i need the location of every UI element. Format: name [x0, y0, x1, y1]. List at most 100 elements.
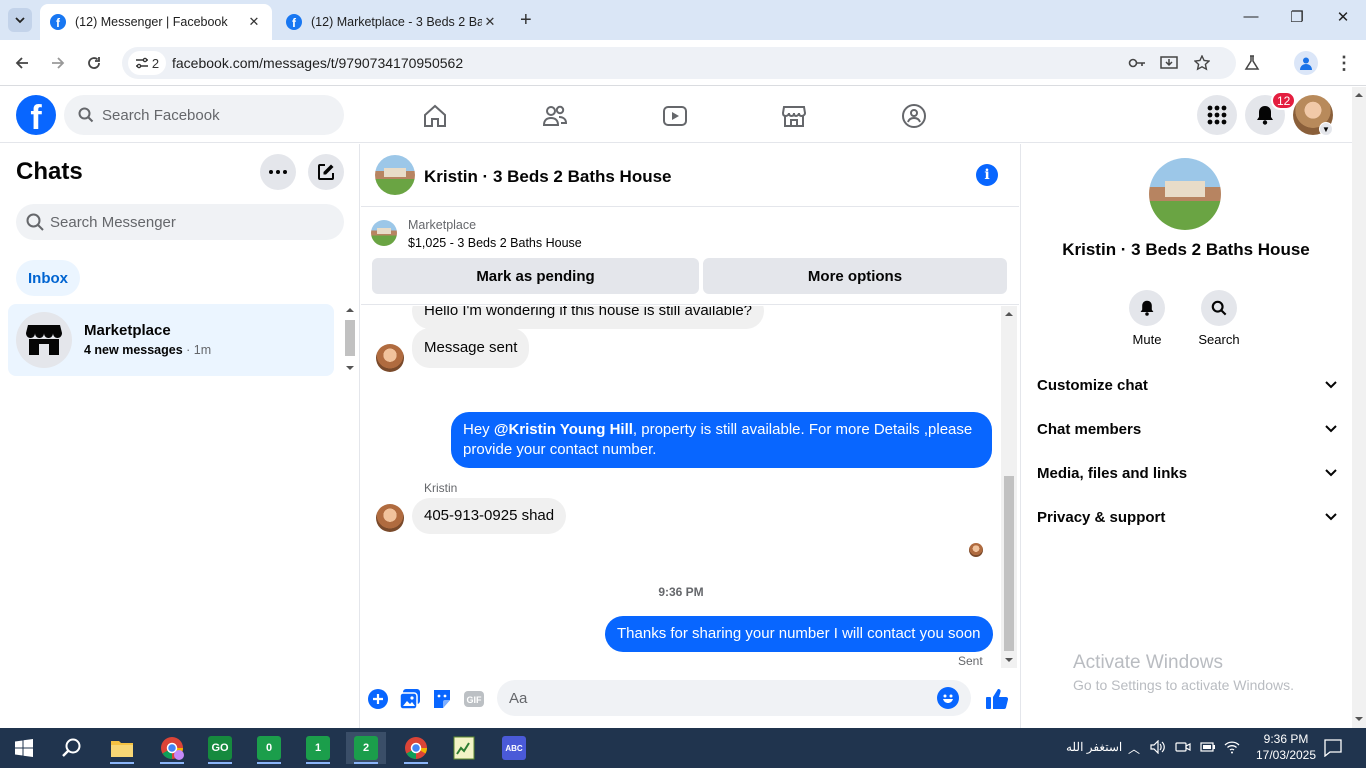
start-button[interactable]	[4, 732, 44, 764]
customize-chat-section[interactable]: Customize chat	[1037, 365, 1337, 405]
bell-icon	[1140, 300, 1154, 316]
abc-app[interactable]: ABC	[494, 732, 534, 764]
battery-icon[interactable]	[1200, 740, 1216, 754]
search-icon	[62, 738, 81, 757]
emoji-icon[interactable]	[937, 687, 959, 709]
new-message-button[interactable]	[308, 154, 344, 190]
app-0[interactable]: 0	[249, 732, 289, 764]
conversation-avatar[interactable]	[375, 155, 415, 195]
details-avatar[interactable]	[1149, 158, 1221, 230]
photo-gallery-icon[interactable]	[399, 688, 421, 710]
facebook-logo[interactable]: f	[16, 95, 56, 135]
conversation-title[interactable]: Kristin · 3 Beds 2 Baths House	[424, 167, 672, 187]
chevron-down-icon	[1325, 469, 1337, 477]
message-bubble-outgoing: Thanks for sharing your number I will co…	[605, 616, 993, 652]
sticker-icon[interactable]	[431, 688, 453, 710]
spreadsheet-app[interactable]	[444, 732, 484, 764]
groups-nav-icon[interactable]	[901, 103, 927, 129]
labs-flask-icon[interactable]	[1240, 51, 1264, 75]
site-info-chip[interactable]: 2	[128, 51, 166, 75]
video-nav-icon[interactable]	[662, 103, 688, 129]
chrome-profile-app[interactable]	[152, 732, 192, 764]
search-icon	[26, 213, 44, 231]
chevron-down-icon[interactable]: ▼	[1319, 122, 1333, 136]
volume-icon[interactable]	[1150, 740, 1166, 754]
tab-messenger[interactable]: f (12) Messenger | Facebook ✕	[40, 4, 272, 40]
tray-text: استغفر الله	[1066, 740, 1123, 754]
file-explorer-app[interactable]	[102, 732, 142, 764]
address-bar[interactable]: 2 facebook.com/messages/t/97907341709505…	[122, 47, 1236, 79]
notification-center-icon[interactable]	[1324, 739, 1342, 757]
tab-marketplace[interactable]: f (12) Marketplace - 3 Beds 2 Bat ✕	[276, 4, 508, 40]
facebook-search-input[interactable]: Search Facebook	[64, 95, 344, 135]
chat-members-section[interactable]: Chat members	[1037, 409, 1337, 449]
taskbar-search-button[interactable]	[52, 732, 92, 764]
app-oo[interactable]: GO	[200, 732, 240, 764]
chrome-app[interactable]	[396, 732, 436, 764]
reload-button[interactable]	[82, 51, 106, 75]
browser-menu-icon[interactable]: ⋮	[1332, 51, 1356, 75]
close-tab-icon[interactable]: ✕	[246, 14, 262, 30]
marketplace-nav-icon[interactable]	[781, 103, 807, 129]
listing-title[interactable]: $1,025 - 3 Beds 2 Baths House	[408, 236, 582, 250]
friends-nav-icon[interactable]	[542, 103, 568, 129]
chats-options-button[interactable]	[260, 154, 296, 190]
privacy-support-section[interactable]: Privacy & support	[1037, 497, 1337, 537]
app-1[interactable]: 1	[298, 732, 338, 764]
install-app-icon[interactable]	[1160, 54, 1178, 72]
minimize-button[interactable]: —	[1236, 8, 1266, 25]
app-2[interactable]: 2	[346, 732, 386, 764]
info-icon[interactable]: i	[976, 164, 998, 186]
messenger-search-input[interactable]: Search Messenger	[16, 204, 344, 240]
listing-thumbnail[interactable]	[371, 220, 397, 246]
thumbs-up-icon[interactable]	[985, 687, 1009, 711]
composer-placeholder: Aa	[509, 689, 528, 707]
close-window-button[interactable]: ✕	[1328, 8, 1358, 26]
page-scrollbar[interactable]	[1352, 87, 1366, 728]
password-key-icon[interactable]	[1128, 54, 1146, 72]
conversation-details-panel: Kristin · 3 Beds 2 Baths House Mute Sear…	[1020, 144, 1352, 728]
media-files-section[interactable]: Media, files and links	[1037, 453, 1337, 493]
read-receipt-avatar	[969, 543, 983, 557]
back-button[interactable]	[10, 51, 34, 75]
profile-avatar-icon[interactable]	[1294, 51, 1318, 75]
windows-logo-icon	[15, 739, 33, 757]
sender-avatar[interactable]	[376, 344, 404, 372]
grid-menu-icon	[1207, 105, 1227, 125]
mute-button[interactable]: Mute	[1117, 290, 1177, 347]
wifi-icon[interactable]	[1224, 740, 1240, 754]
activate-windows-watermark: Activate Windows	[1073, 652, 1223, 673]
conversation-item-marketplace[interactable]: Marketplace 4 new messages · 1m	[8, 304, 334, 376]
system-clock[interactable]: 9:36 PM 17/03/2025	[1255, 731, 1317, 763]
clock-time: 9:36 PM	[1263, 732, 1309, 746]
tab-search-button[interactable]	[8, 8, 32, 32]
sender-avatar[interactable]	[376, 504, 404, 532]
search-label: Search	[1198, 332, 1240, 347]
inbox-filter-tab[interactable]: Inbox	[16, 260, 80, 296]
message-bubble-incoming: 405-913-0925 shad	[412, 498, 567, 534]
close-tab-icon[interactable]: ✕	[482, 14, 498, 30]
meet-now-icon[interactable]	[1175, 740, 1191, 754]
search-conversation-button[interactable]: Search	[1189, 290, 1249, 347]
chats-sidebar: Chats Search Messenger Inbox Marketplace…	[0, 144, 360, 728]
chevron-up-icon[interactable]: ︿	[1128, 740, 1140, 757]
home-nav-icon[interactable]	[422, 103, 448, 129]
search-icon	[78, 107, 94, 123]
more-options-button[interactable]: More options	[703, 258, 1007, 294]
plus-circle-icon[interactable]	[367, 688, 389, 710]
forward-button[interactable]	[46, 51, 70, 75]
thread-scrollbar[interactable]	[1001, 306, 1017, 668]
mention-link[interactable]: @Kristin Young Hill	[494, 421, 633, 438]
facebook-favicon-icon: f	[50, 14, 66, 30]
bell-icon	[1257, 106, 1273, 125]
bookmark-star-icon[interactable]	[1193, 54, 1211, 72]
chats-scrollbar[interactable]	[343, 304, 357, 374]
menu-grid-button[interactable]	[1197, 95, 1237, 135]
chevron-down-icon	[1325, 513, 1337, 521]
url-text[interactable]: facebook.com/messages/t/9790734170950562	[172, 55, 463, 71]
restore-button[interactable]: ❐	[1282, 8, 1312, 26]
message-input[interactable]: Aa	[497, 680, 971, 716]
new-tab-button[interactable]: +	[520, 10, 532, 30]
mark-pending-button[interactable]: Mark as pending	[372, 258, 699, 294]
gif-icon[interactable]: GIF	[463, 688, 485, 710]
